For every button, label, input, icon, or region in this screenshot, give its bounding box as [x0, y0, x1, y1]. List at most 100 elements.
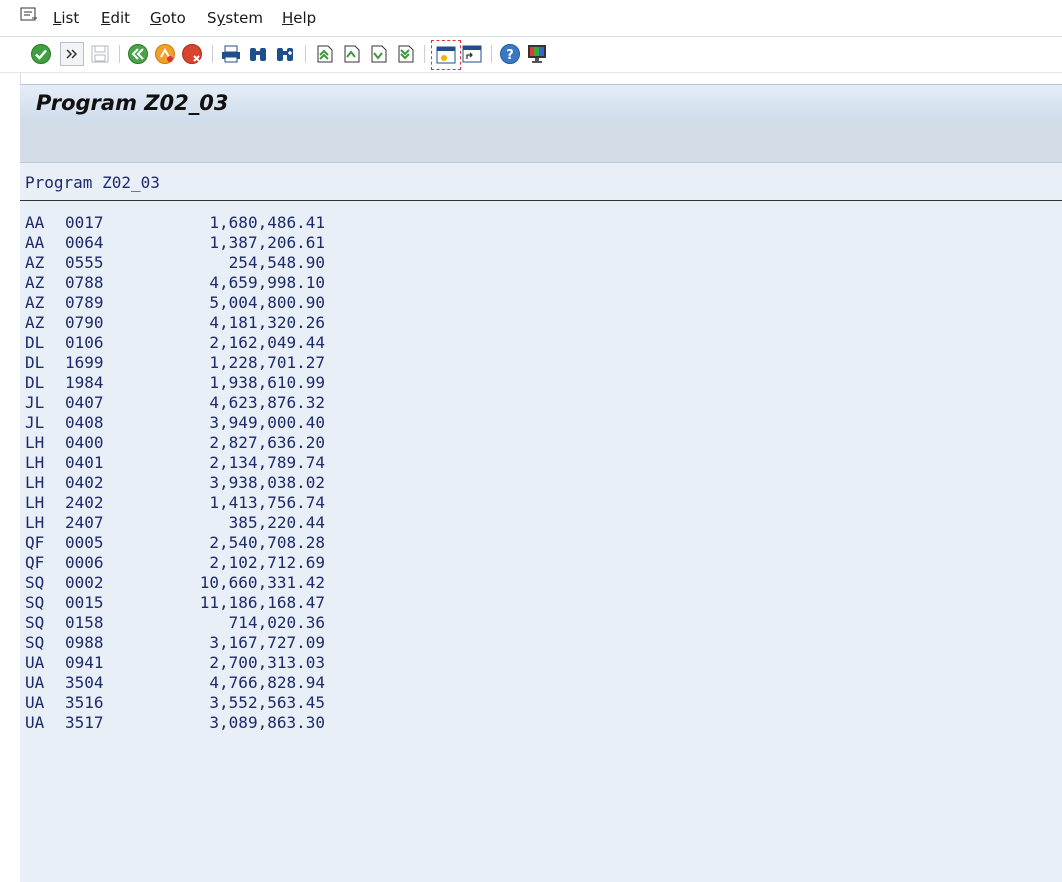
carrier-id: AZ — [25, 273, 45, 292]
list-row[interactable]: LH 2402 1,413,756.74 — [25, 493, 325, 513]
list-row[interactable]: JL 0407 4,623,876.32 — [25, 393, 325, 413]
menu-help[interactable]: Help — [282, 9, 316, 27]
carrier-id: QF — [25, 533, 45, 552]
amount: 3,938,038.02 — [209, 473, 325, 492]
carrier-id: LH — [25, 513, 45, 532]
amount: 11,186,168.47 — [199, 593, 325, 612]
connection-id: 0006 — [65, 553, 104, 572]
connection-id: 0408 — [65, 413, 104, 432]
connection-id: 1699 — [65, 353, 104, 372]
list-row[interactable]: QF 0006 2,102,712.69 — [25, 553, 325, 573]
amount: 714,020.36 — [228, 613, 325, 632]
system-menu-icon[interactable] — [20, 7, 38, 23]
list-row[interactable]: AZ 0790 4,181,320.26 — [25, 313, 325, 333]
check-icon[interactable] — [29, 42, 53, 66]
new-window-icon[interactable] — [431, 40, 461, 70]
carrier-id: SQ — [25, 613, 45, 632]
list-header-rule — [20, 200, 1062, 201]
list-row[interactable]: AA 0064 1,387,206.61 — [25, 233, 325, 253]
list-row[interactable]: SQ 0015 11,186,168.47 — [25, 593, 325, 613]
application-toolbar — [20, 122, 1062, 163]
connection-id: 0789 — [65, 293, 104, 312]
carrier-id: SQ — [25, 633, 45, 652]
carrier-id: AZ — [25, 253, 45, 272]
amount: 254,548.90 — [228, 253, 325, 272]
find-icon[interactable] — [246, 42, 270, 66]
list-row[interactable]: AZ 0788 4,659,998.10 — [25, 273, 325, 293]
cancel-icon[interactable] — [180, 42, 204, 66]
list-row[interactable]: DL 0106 2,162,049.44 — [25, 333, 325, 353]
amount: 3,552,563.45 — [209, 693, 325, 712]
title-bar: Program Z02_03 — [20, 84, 1062, 123]
connection-id: 1984 — [65, 373, 104, 392]
list-row[interactable]: AZ 0789 5,004,800.90 — [25, 293, 325, 313]
carrier-id: AZ — [25, 313, 45, 332]
amount: 2,134,789.74 — [209, 453, 325, 472]
amount: 4,181,320.26 — [209, 313, 325, 332]
connection-id: 0401 — [65, 453, 104, 472]
menu-bar: List Edit Goto System Help — [0, 0, 1062, 37]
amount: 2,827,636.20 — [209, 433, 325, 452]
amount: 1,228,701.27 — [209, 353, 325, 372]
last-page-icon[interactable] — [393, 42, 417, 66]
next-page-icon[interactable] — [366, 42, 390, 66]
list-row[interactable]: AZ 0555 254,548.90 — [25, 253, 325, 273]
menu-system[interactable]: System — [207, 9, 263, 27]
double-chevron-icon[interactable] — [60, 42, 84, 66]
help-icon[interactable]: ? — [498, 42, 522, 66]
list-row[interactable]: LH 0401 2,134,789.74 — [25, 453, 325, 473]
list-row[interactable]: LH 0400 2,827,636.20 — [25, 433, 325, 453]
amount: 1,413,756.74 — [209, 493, 325, 512]
amount: 2,540,708.28 — [209, 533, 325, 552]
list-row[interactable]: AA 0017 1,680,486.41 — [25, 213, 325, 233]
list-row[interactable]: JL 0408 3,949,000.40 — [25, 413, 325, 433]
menu-list[interactable]: List — [53, 9, 79, 27]
save-icon[interactable] — [88, 42, 112, 66]
amount: 5,004,800.90 — [209, 293, 325, 312]
carrier-id: LH — [25, 493, 45, 512]
menu-goto[interactable]: Goto — [150, 9, 186, 27]
carrier-id: SQ — [25, 573, 45, 592]
amount: 4,659,998.10 — [209, 273, 325, 292]
list-row[interactable]: UA 0941 2,700,313.03 — [25, 653, 325, 673]
carrier-id: QF — [25, 553, 45, 572]
back-icon[interactable] — [126, 42, 150, 66]
list-row[interactable]: DL 1699 1,228,701.27 — [25, 353, 325, 373]
connection-id: 0988 — [65, 633, 104, 652]
carrier-id: UA — [25, 673, 45, 692]
connection-id: 0407 — [65, 393, 104, 412]
exit-icon[interactable] — [153, 42, 177, 66]
list-row[interactable]: UA 3517 3,089,863.30 — [25, 713, 325, 733]
amount: 2,700,313.03 — [209, 653, 325, 672]
amount: 3,167,727.09 — [209, 633, 325, 652]
connection-id: 0015 — [65, 593, 104, 612]
list-row[interactable]: SQ 0002 10,660,331.42 — [25, 573, 325, 593]
amount: 2,102,712.69 — [209, 553, 325, 572]
list-row[interactable]: LH 2407 385,220.44 — [25, 513, 325, 533]
connection-id: 0002 — [65, 573, 104, 592]
list-row[interactable]: LH 0402 3,938,038.02 — [25, 473, 325, 493]
first-page-icon[interactable] — [312, 42, 336, 66]
amount: 2,162,049.44 — [209, 333, 325, 352]
list-row[interactable]: UA 3516 3,552,563.45 — [25, 693, 325, 713]
list-row[interactable]: QF 0005 2,540,708.28 — [25, 533, 325, 553]
carrier-id: LH — [25, 453, 45, 472]
connection-id: 2402 — [65, 493, 104, 512]
list-row[interactable]: SQ 0988 3,167,727.09 — [25, 633, 325, 653]
amount: 1,680,486.41 — [209, 213, 325, 232]
amount: 1,938,610.99 — [209, 373, 325, 392]
list-row[interactable]: SQ 0158 714,020.36 — [25, 613, 325, 633]
previous-page-icon[interactable] — [339, 42, 363, 66]
carrier-id: DL — [25, 333, 45, 352]
shortcut-icon[interactable] — [460, 42, 484, 66]
carrier-id: LH — [25, 433, 45, 452]
find-next-icon[interactable] — [273, 42, 297, 66]
list-row[interactable]: DL 1984 1,938,610.99 — [25, 373, 325, 393]
amount: 3,949,000.40 — [209, 413, 325, 432]
list-row[interactable]: UA 3504 4,766,828.94 — [25, 673, 325, 693]
menu-edit[interactable]: Edit — [101, 9, 130, 27]
monitor-icon[interactable] — [525, 42, 549, 66]
carrier-id: JL — [25, 413, 45, 432]
amount: 10,660,331.42 — [199, 573, 325, 592]
print-icon[interactable] — [219, 42, 243, 66]
